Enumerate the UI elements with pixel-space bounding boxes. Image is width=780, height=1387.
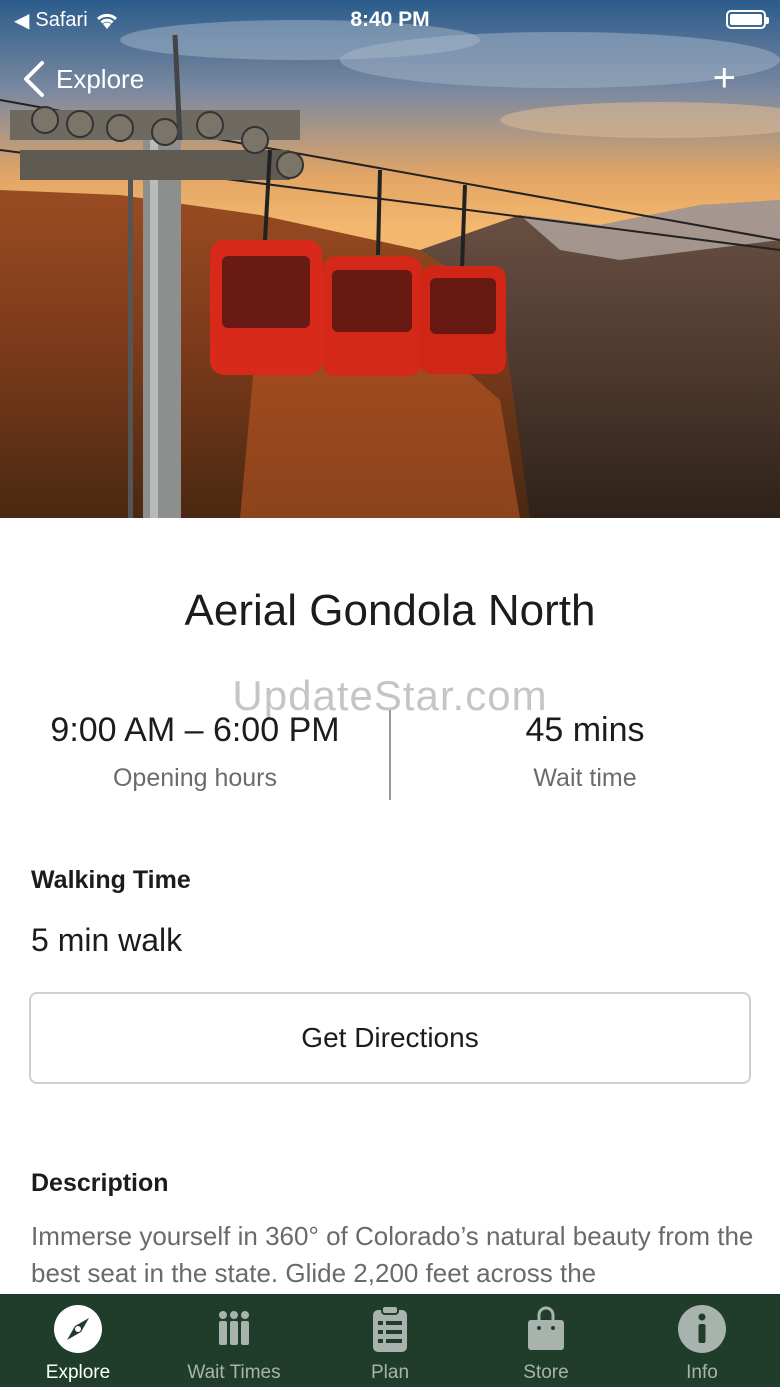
walking-time-heading: Walking Time	[31, 866, 191, 894]
tab-wait-times-label: Wait Times	[187, 1362, 281, 1383]
tab-info[interactable]: Info	[624, 1294, 780, 1387]
battery-icon	[726, 10, 769, 29]
tab-plan[interactable]: Plan	[312, 1294, 468, 1387]
tab-wait-times[interactable]: Wait Times	[156, 1294, 312, 1387]
people-icon	[219, 1311, 249, 1345]
back-button[interactable]: Explore	[22, 60, 144, 98]
hero-image: ◀ Safari 8:40 PM Explore +	[0, 0, 780, 518]
wait-time-label: Wait time	[533, 764, 637, 792]
navigation-bar: Explore +	[0, 58, 780, 104]
bag-icon	[528, 1306, 564, 1350]
tab-explore[interactable]: Explore	[0, 1294, 156, 1387]
back-button-label: Explore	[56, 63, 145, 94]
get-directions-button[interactable]: Get Directions	[29, 992, 751, 1084]
tab-bar: Explore Wait Times Plan Store Info	[0, 1294, 780, 1387]
compass-icon	[54, 1305, 102, 1353]
tab-explore-label: Explore	[45, 1362, 111, 1383]
status-time: 8:40 PM	[350, 8, 430, 31]
clipboard-icon	[373, 1305, 407, 1352]
stats-row: 9:00 AM – 6:00 PM Opening hours 45 mins …	[0, 708, 780, 800]
info-icon	[678, 1305, 726, 1353]
status-bar: ◀ Safari 8:40 PM	[0, 0, 780, 40]
tab-plan-label: Plan	[370, 1362, 410, 1383]
chevron-left-icon	[24, 61, 44, 97]
page-title: Aerial Gondola North	[184, 586, 596, 635]
walking-time-value: 5 min walk	[31, 922, 183, 958]
opening-hours-value: 9:00 AM – 6:00 PM	[50, 711, 340, 749]
tab-store[interactable]: Store	[468, 1294, 624, 1387]
wait-time-stat: 45 mins Wait time	[390, 708, 780, 793]
description-heading: Description	[31, 1169, 169, 1197]
tab-info-label: Info	[686, 1362, 718, 1383]
tab-store-label: Store	[523, 1362, 569, 1383]
opening-hours-stat: 9:00 AM – 6:00 PM Opening hours	[0, 708, 390, 793]
opening-hours-label: Opening hours	[112, 764, 277, 792]
add-icon[interactable]: +	[713, 58, 736, 98]
description-text: Immerse yourself in 360° of Colorado’s n…	[31, 1221, 754, 1288]
wait-time-value: 45 mins	[525, 711, 645, 749]
